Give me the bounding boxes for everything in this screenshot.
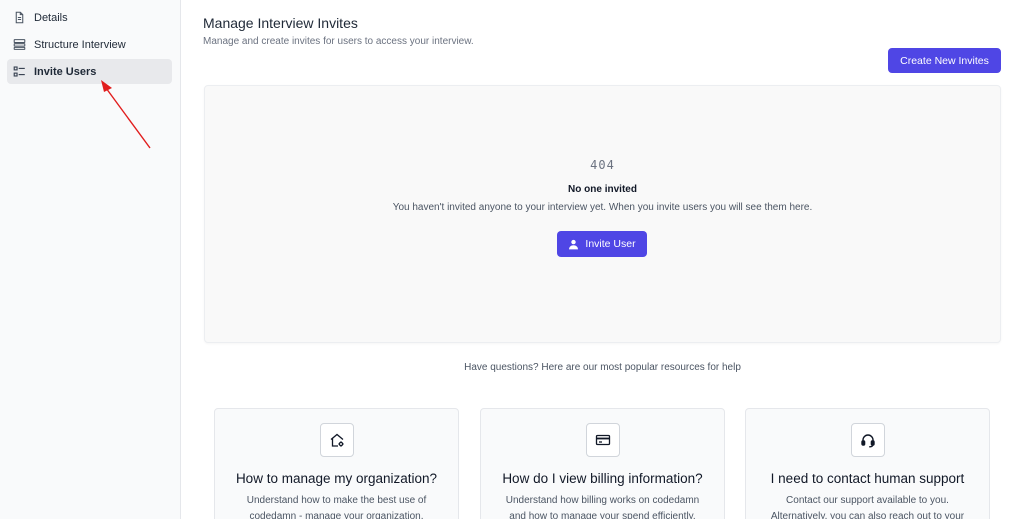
resource-card-description-line: Understand how billing works on codedamn <box>505 495 700 506</box>
resource-card-support[interactable]: I need to contact human support Contact … <box>745 408 990 519</box>
home-gear-icon <box>319 423 354 457</box>
resource-card-description-line: codedamn - manage your organization, <box>249 511 424 519</box>
resource-card-description-line: Contact our support available to you. <box>786 495 949 506</box>
sidebar-item-details[interactable]: Details <box>7 5 172 30</box>
sidebar-item-label: Structure Interview <box>34 38 126 51</box>
empty-state-description: You haven't invited anyone to your inter… <box>392 202 813 213</box>
resource-card-description-line: Alternatively, you can also reach out to… <box>770 511 965 519</box>
credit-card-icon <box>585 423 620 457</box>
resource-card-organization[interactable]: How to manage my organization? Understan… <box>214 408 459 519</box>
resource-card-description: Understand how billing works on codedamn… <box>493 493 712 519</box>
resource-card-description-line: and how to manage your spend efficiently… <box>509 511 696 519</box>
resource-card-title: How do I view billing information? <box>502 471 703 486</box>
empty-state-code: 404 <box>590 158 615 172</box>
invite-user-button[interactable]: Invite User <box>557 231 647 257</box>
resource-card-billing[interactable]: How do I view billing information? Under… <box>480 408 725 519</box>
layout-icon <box>12 38 26 52</box>
list-icon <box>12 65 26 79</box>
empty-state-title: No one invited <box>568 184 637 195</box>
create-new-invites-button[interactable]: Create New Invites <box>888 48 1001 73</box>
empty-state-card: 404 No one invited You haven't invited a… <box>204 85 1001 343</box>
user-icon <box>569 239 579 249</box>
document-icon <box>12 11 26 25</box>
resource-card-description: Contact our support available to you. Al… <box>758 493 977 519</box>
help-heading: Have questions? Here are our most popula… <box>464 362 741 373</box>
invite-user-label: Invite User <box>585 238 636 250</box>
resource-card-description-line: Understand how to make the best use of <box>246 495 427 506</box>
sidebar-item-label: Details <box>34 11 68 24</box>
page-subtitle: Manage and create invites for users to a… <box>203 36 474 47</box>
sidebar-item-structure-interview[interactable]: Structure Interview <box>7 32 172 57</box>
sidebar: Details Structure Interview Invite Users <box>0 0 181 519</box>
page-title: Manage Interview Invites <box>203 15 358 31</box>
resource-card-title: I need to contact human support <box>770 471 965 486</box>
resource-card-description: Understand how to make the best use of c… <box>227 493 446 519</box>
resource-card-title: How to manage my organization? <box>235 471 438 486</box>
headset-icon <box>850 423 885 457</box>
sidebar-item-label: Invite Users <box>34 65 97 78</box>
sidebar-item-invite-users[interactable]: Invite Users <box>7 59 172 84</box>
